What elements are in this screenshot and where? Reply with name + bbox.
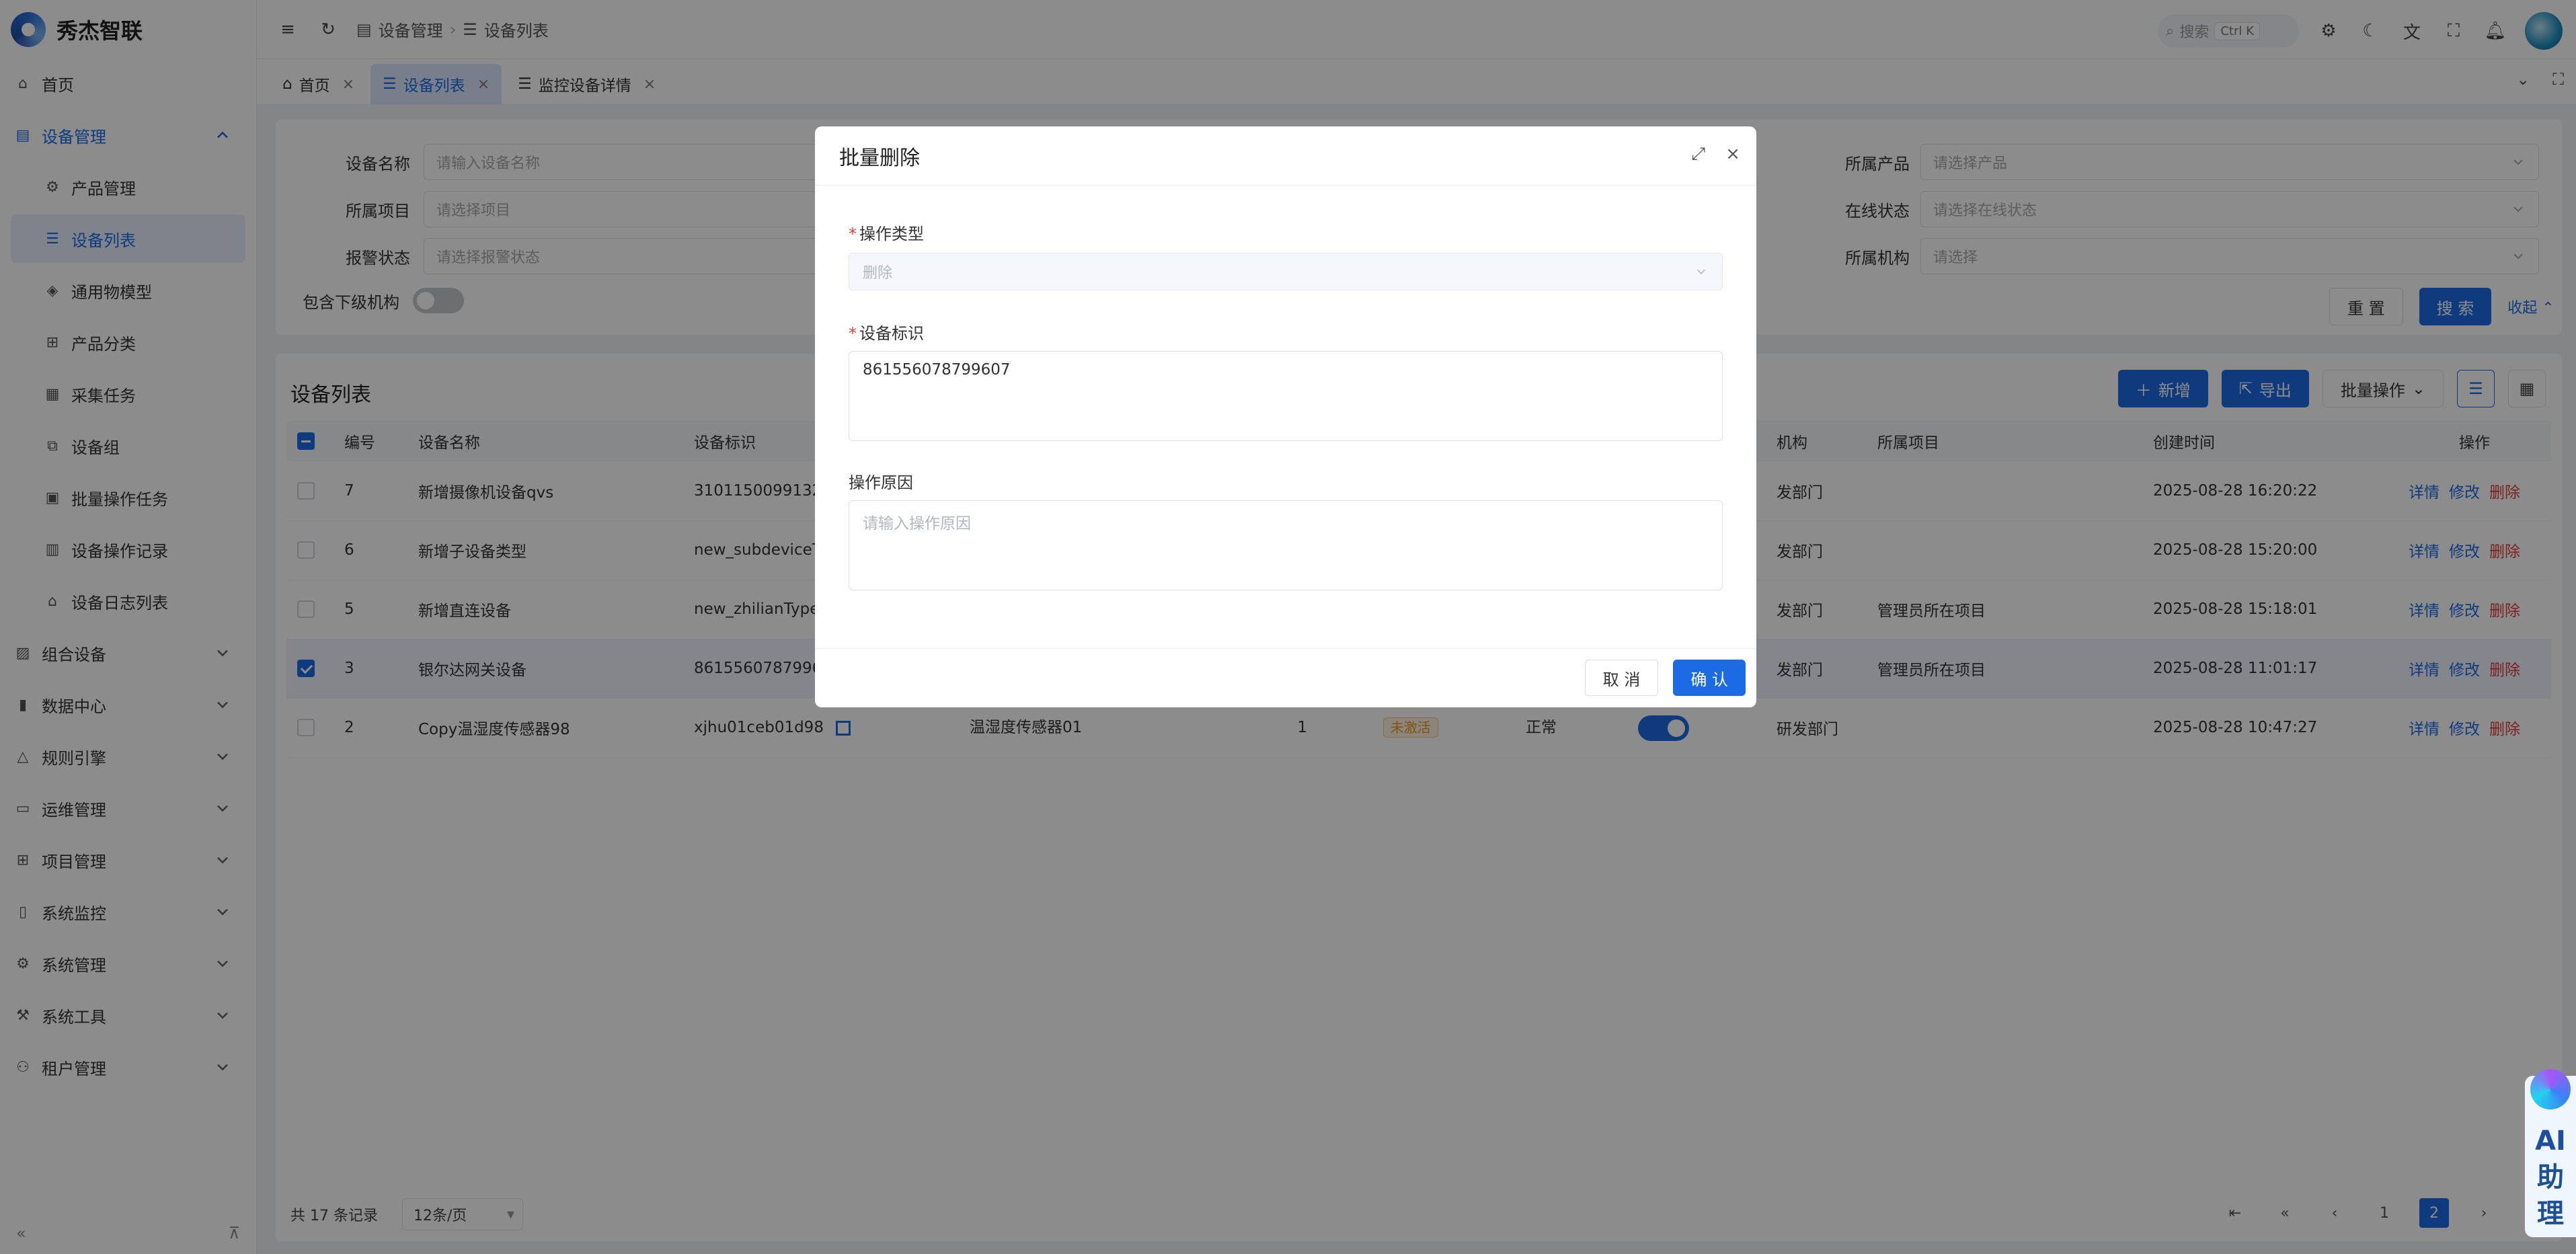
device-key-textarea[interactable]: 861556078799607: [849, 351, 1723, 441]
dialog-tools: ⤢ ×: [1691, 144, 1740, 165]
close-icon[interactable]: ×: [1725, 144, 1740, 165]
ai-helper-text: 理: [2537, 1198, 2564, 1229]
cancel-button[interactable]: 取 消: [1584, 660, 1659, 696]
required-mark: *: [849, 324, 857, 343]
ai-helper-text: 助: [2537, 1162, 2564, 1193]
reason-label: 操作原因: [849, 469, 913, 493]
reason-textarea[interactable]: [849, 500, 1723, 590]
device-key-label: * 设备标识: [849, 320, 924, 344]
maximize-icon[interactable]: ⤢: [1691, 144, 1705, 165]
chevron-down-icon: [1696, 269, 1706, 275]
ai-assistant-widget[interactable]: AI 助 理: [2525, 1069, 2576, 1237]
op-type-label: * 操作类型: [849, 221, 924, 244]
dialog-header: 批量删除 ⤢ ×: [815, 126, 1756, 186]
device-key-label-text: 设备标识: [859, 324, 924, 343]
dialog-footer: 取 消 确 认: [815, 648, 1756, 707]
op-type-value: 删除: [863, 265, 893, 282]
dialog-title: 批量删除: [839, 146, 920, 170]
ai-helper-text: AI: [2535, 1126, 2566, 1157]
op-type-label-text: 操作类型: [859, 225, 924, 243]
confirm-button[interactable]: 确 认: [1673, 660, 1746, 696]
ai-orb-icon: [2530, 1069, 2571, 1109]
op-type-select[interactable]: 删除: [849, 253, 1723, 290]
reason-label-text: 操作原因: [849, 473, 913, 492]
required-mark: *: [849, 225, 857, 243]
dialog-buttons: 取 消 确 认: [1584, 660, 1746, 696]
batch-delete-dialog: 批量删除 ⤢ × * 操作类型 删除 * 设备标识 861556078799607 …: [815, 126, 1756, 707]
